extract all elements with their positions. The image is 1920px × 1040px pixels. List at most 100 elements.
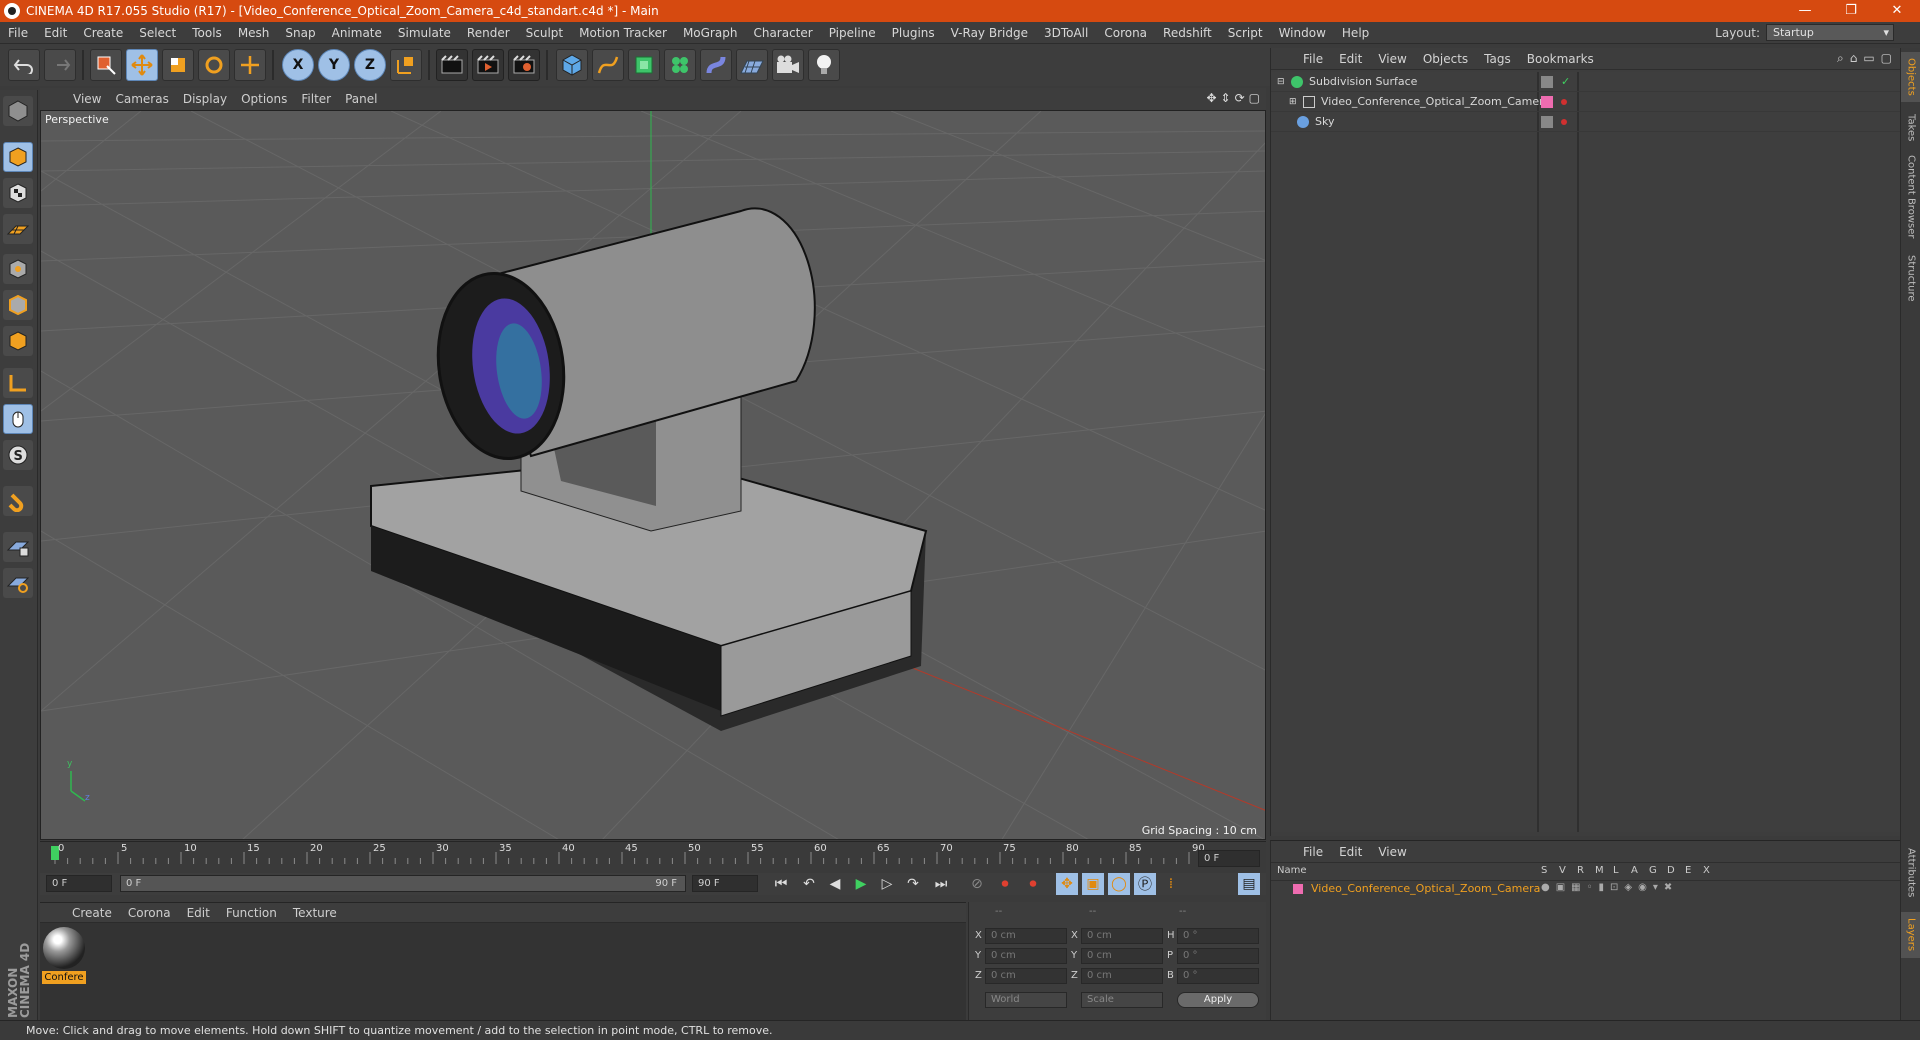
previous-frame-icon[interactable]: ◀ <box>824 873 846 895</box>
menu-help[interactable]: Help <box>1334 26 1377 40</box>
key-pla-icon[interactable]: ⁞ <box>1160 873 1182 895</box>
spline-pen-icon[interactable] <box>592 49 624 81</box>
layers-menu-file[interactable]: File <box>1295 845 1331 859</box>
search-icon[interactable]: ⌕ <box>1837 51 1844 66</box>
menu-mograph[interactable]: MoGraph <box>675 26 746 40</box>
menu-window[interactable]: Window <box>1271 26 1334 40</box>
menu-script[interactable]: Script <box>1220 26 1271 40</box>
menu-character[interactable]: Character <box>745 26 820 40</box>
scale-tool-icon[interactable] <box>162 49 194 81</box>
key-rotation-icon[interactable]: ◯ <box>1108 873 1130 895</box>
preview-range-slider[interactable]: 0 F 90 F <box>120 875 686 892</box>
viewport-menu-panel[interactable]: Panel <box>338 92 384 106</box>
tab-attributes[interactable]: Attributes <box>1901 838 1920 908</box>
render-settings-icon[interactable] <box>508 49 540 81</box>
menu-simulate[interactable]: Simulate <box>390 26 459 40</box>
size-z-field[interactable]: 0 cm <box>1081 968 1163 984</box>
close-button[interactable]: ✕ <box>1874 0 1920 22</box>
record-active-icon[interactable]: ⏺ <box>994 873 1016 895</box>
go-to-start-icon[interactable]: ⏮ <box>770 873 792 895</box>
go-to-end-icon[interactable]: ⏭ <box>930 873 952 895</box>
mograph-cloner-icon[interactable] <box>664 49 696 81</box>
coordinate-system-icon[interactable] <box>390 49 422 81</box>
tab-takes[interactable]: Takes <box>1901 108 1920 148</box>
render-dot-icon[interactable] <box>1561 98 1567 105</box>
viewport-menu-options[interactable]: Options <box>234 92 294 106</box>
layer-tag-icon[interactable] <box>1541 75 1553 88</box>
floor-icon[interactable] <box>736 49 768 81</box>
live-selection-icon[interactable] <box>90 49 122 81</box>
start-frame-field[interactable]: 0 F <box>46 875 112 892</box>
magnet-icon[interactable] <box>3 486 33 516</box>
model-mode-icon[interactable] <box>3 142 33 172</box>
autokey-icon[interactable]: ⏺ <box>1022 873 1044 895</box>
expand-icon[interactable]: ⊞ <box>1289 97 1299 107</box>
light-icon[interactable] <box>808 49 840 81</box>
polygons-mode-icon[interactable] <box>3 326 33 356</box>
material-menu-corona[interactable]: Corona <box>120 906 179 920</box>
material-menu-texture[interactable]: Texture <box>285 906 345 920</box>
enabled-check-icon[interactable]: ✓ <box>1561 75 1570 88</box>
panel-maximize-icon[interactable]: ▢ <box>1881 51 1892 66</box>
next-frame-icon[interactable]: ▷ <box>876 873 898 895</box>
deformer-icon[interactable] <box>700 49 732 81</box>
menu-redshift[interactable]: Redshift <box>1155 26 1220 40</box>
tab-objects[interactable]: Objects <box>1901 52 1920 102</box>
maximize-view-icon[interactable]: ▢ <box>1249 91 1260 105</box>
position-x-field[interactable]: 0 cm <box>985 928 1067 944</box>
layers-menu-view[interactable]: View <box>1370 845 1414 859</box>
timeline-window-icon[interactable]: ▤ <box>1238 873 1260 895</box>
size-x-field[interactable]: 0 cm <box>1081 928 1163 944</box>
menu-sculpt[interactable]: Sculpt <box>518 26 571 40</box>
subdivision-surface-icon[interactable] <box>628 49 660 81</box>
viewport-menu-filter[interactable]: Filter <box>294 92 338 106</box>
material-menu-function[interactable]: Function <box>218 906 285 920</box>
snap-icon[interactable]: S <box>3 440 33 470</box>
collapse-icon[interactable]: ⊟ <box>1277 77 1287 87</box>
objects-menu-file[interactable]: File <box>1295 52 1331 66</box>
object-row-sky[interactable]: Sky <box>1271 112 1900 132</box>
maximize-button[interactable]: ❐ <box>1828 0 1874 22</box>
render-view-icon[interactable] <box>436 49 468 81</box>
render-dot-icon[interactable] <box>1561 118 1567 125</box>
menu-3dtoall[interactable]: 3DToAll <box>1036 26 1096 40</box>
workplane-mode-icon[interactable] <box>3 214 33 244</box>
layers-menu-edit[interactable]: Edit <box>1331 845 1370 859</box>
render-to-picture-viewer-icon[interactable] <box>472 49 504 81</box>
position-y-field[interactable]: 0 cm <box>985 948 1067 964</box>
menu-animate[interactable]: Animate <box>324 26 390 40</box>
size-mode-select[interactable]: Scale <box>1081 992 1163 1008</box>
layer-tag-icon[interactable] <box>1541 115 1553 128</box>
end-frame-field[interactable]: 90 F <box>692 875 758 892</box>
tab-content-browser[interactable]: Content Browser <box>1901 152 1920 242</box>
object-row-subdivision-surface[interactable]: ⊟ Subdivision Surface ✓ <box>1271 72 1900 92</box>
menu-file[interactable]: File <box>0 26 36 40</box>
menu-create[interactable]: Create <box>75 26 131 40</box>
edges-mode-icon[interactable] <box>3 290 33 320</box>
objects-menu-bookmarks[interactable]: Bookmarks <box>1519 52 1602 66</box>
material-menu-create[interactable]: Create <box>64 906 120 920</box>
menu-vray-bridge[interactable]: V-Ray Bridge <box>943 26 1036 40</box>
points-mode-icon[interactable] <box>3 254 33 284</box>
layer-color-icon[interactable] <box>1293 884 1303 894</box>
layout-select[interactable]: Startup <box>1766 24 1894 41</box>
rotation-p-field[interactable]: 0 ° <box>1177 948 1259 964</box>
viewport-menu-view[interactable]: View <box>66 92 108 106</box>
transform-tool-icon[interactable] <box>234 49 266 81</box>
viewport-menu-cameras[interactable]: Cameras <box>108 92 175 106</box>
menu-snap[interactable]: Snap <box>277 26 323 40</box>
viewport-menu-display[interactable]: Display <box>176 92 234 106</box>
menu-edit[interactable]: Edit <box>36 26 75 40</box>
new-view-icon[interactable]: ▭ <box>1863 51 1874 66</box>
motion-record-icon[interactable]: ⊘ <box>966 873 988 895</box>
menu-pipeline[interactable]: Pipeline <box>821 26 884 40</box>
layer-flag-icons[interactable]: ●▣▦◦▮⊡◈◉▾✖ <box>1541 882 1678 893</box>
menu-tools[interactable]: Tools <box>184 26 230 40</box>
objects-menu-objects[interactable]: Objects <box>1415 52 1476 66</box>
tab-layers[interactable]: Layers <box>1901 912 1920 958</box>
rotation-b-field[interactable]: 0 ° <box>1177 968 1259 984</box>
axis-mode-icon[interactable] <box>3 368 33 398</box>
current-frame-field[interactable]: 0 F <box>1198 850 1260 867</box>
key-scale-icon[interactable]: ▣ <box>1082 873 1104 895</box>
position-z-field[interactable]: 0 cm <box>985 968 1067 984</box>
